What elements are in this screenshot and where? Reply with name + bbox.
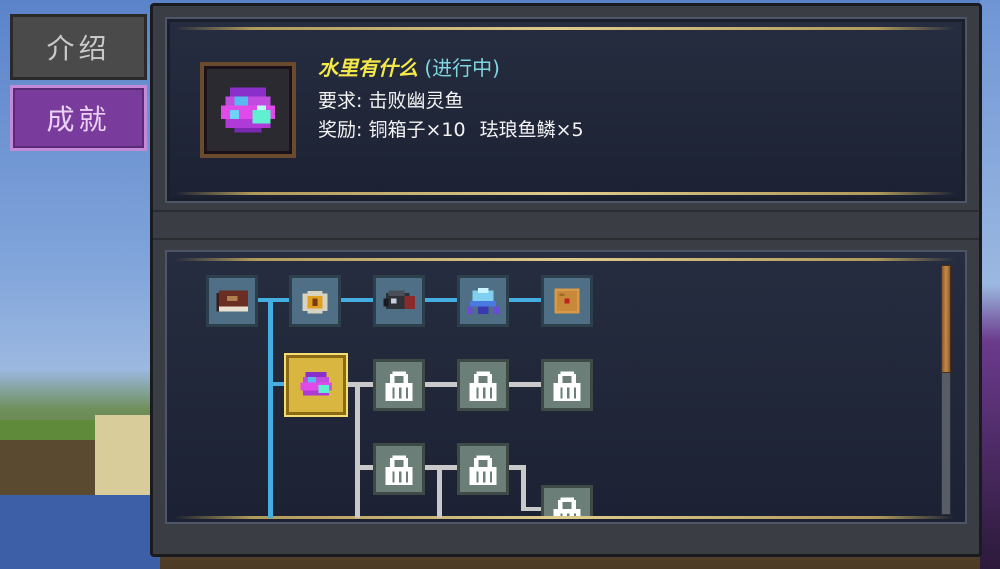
reward-label: 奖励: bbox=[318, 119, 363, 141]
ornament-line bbox=[175, 192, 955, 195]
background-right bbox=[980, 0, 1000, 569]
ornament-line bbox=[175, 516, 955, 519]
lock-icon bbox=[553, 497, 581, 516]
tab-achievements[interactable]: 成就 bbox=[10, 85, 147, 151]
reward-line: 奖励: 铜箱子×10 珐琅鱼鳞×5 bbox=[318, 115, 584, 142]
panel-divider bbox=[153, 210, 979, 240]
achievement-icon-frame bbox=[200, 62, 296, 158]
achievement-title: 水里有什么 bbox=[318, 56, 418, 80]
achievement-title-line: 水里有什么 (进行中) bbox=[318, 52, 500, 81]
tab-intro[interactable]: 介绍 bbox=[10, 14, 147, 80]
reward-item: 珐琅鱼鳞×5 bbox=[479, 119, 584, 141]
requirement-line: 要求: 击败幽灵鱼 bbox=[318, 86, 463, 113]
enamel-fish-scale-icon bbox=[221, 87, 275, 133]
reward-item: 铜箱子×10 bbox=[368, 119, 466, 141]
status-paren-close: ) bbox=[492, 56, 500, 80]
background-water bbox=[0, 495, 160, 569]
background-sand bbox=[95, 415, 150, 505]
achievement-status: 进行中 bbox=[432, 56, 493, 80]
achievement-node-locked[interactable] bbox=[541, 485, 593, 516]
requirement-label: 要求: bbox=[318, 90, 363, 112]
tree-viewport bbox=[165, 250, 967, 516]
tree-scrollbar-thumb[interactable] bbox=[941, 265, 951, 373]
status-paren-open: ( bbox=[424, 56, 433, 80]
ornament-line bbox=[175, 27, 955, 30]
requirement-text: 击败幽灵鱼 bbox=[368, 90, 464, 112]
